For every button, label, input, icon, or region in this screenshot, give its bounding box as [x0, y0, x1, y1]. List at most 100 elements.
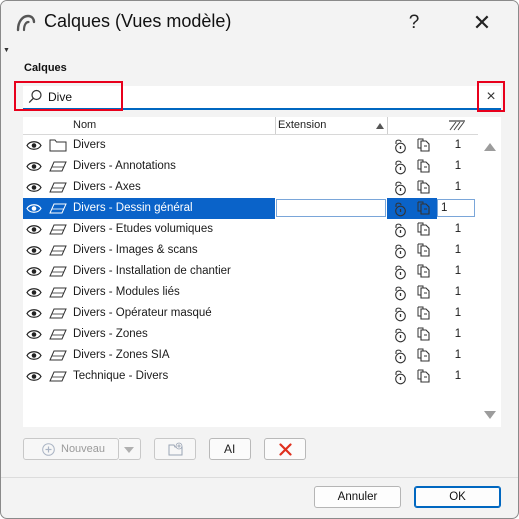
intersection-group-icon[interactable]: [417, 348, 432, 363]
intersection-group-icon[interactable]: [417, 327, 432, 342]
list-header: Nom Extension: [23, 117, 478, 135]
lock-toggle-icon[interactable]: [392, 138, 408, 154]
visibility-eye-icon[interactable]: [26, 182, 42, 193]
visibility-eye-icon[interactable]: [26, 161, 42, 172]
new-layer-label: Nouveau: [61, 443, 106, 455]
column-header-name[interactable]: Nom: [73, 119, 96, 131]
sort-ascending-icon[interactable]: [376, 123, 384, 129]
rename-button[interactable]: AI: [209, 438, 251, 460]
intersection-number: 1: [454, 349, 462, 361]
layer-row[interactable]: Divers - Zones 1: [23, 324, 478, 345]
column-header-extension[interactable]: Extension: [278, 119, 326, 131]
new-folder-button[interactable]: [154, 438, 196, 460]
layer-icon: [49, 161, 67, 172]
lock-toggle-icon[interactable]: [392, 306, 408, 322]
intersection-number: 1: [454, 244, 462, 256]
intersection-group-icon[interactable]: [417, 159, 432, 174]
intersection-group-icon[interactable]: [417, 306, 432, 321]
new-options-dropdown[interactable]: [119, 438, 141, 460]
visibility-eye-icon[interactable]: [26, 245, 42, 256]
intersection-group-icon[interactable]: [417, 264, 432, 279]
visibility-eye-icon[interactable]: [26, 224, 42, 235]
rename-glyph: AI: [224, 442, 236, 456]
lock-toggle-icon[interactable]: [392, 222, 408, 238]
intersection-number: 1: [454, 139, 462, 151]
layer-row[interactable]: Divers - Modules liés 1: [23, 282, 478, 303]
visibility-eye-icon[interactable]: [26, 329, 42, 340]
archicad-icon: [16, 14, 36, 32]
layer-icon: [49, 329, 67, 340]
collapse-arrow-icon[interactable]: ▼: [3, 47, 10, 54]
intersection-number: 1: [454, 370, 462, 382]
visibility-eye-icon[interactable]: [26, 350, 42, 361]
visibility-eye-icon[interactable]: [26, 266, 42, 277]
intersection-group-icon[interactable]: [417, 180, 432, 195]
intersection-number: 1: [454, 160, 462, 172]
layer-name: Divers - Zones: [73, 328, 148, 340]
layer-row[interactable]: Divers - Installation de chantier 1: [23, 261, 478, 282]
lock-toggle-icon[interactable]: [392, 180, 408, 196]
layer-name: Divers - Etudes volumiques: [73, 223, 213, 235]
lock-toggle-icon[interactable]: [392, 264, 408, 280]
layer-name: Divers - Dessin général: [73, 202, 193, 214]
visibility-eye-icon[interactable]: [26, 203, 42, 214]
lock-toggle-icon[interactable]: [392, 243, 408, 259]
intersection-group-icon[interactable]: [417, 285, 432, 300]
scroll-up-icon[interactable]: [484, 143, 496, 151]
lock-toggle-icon[interactable]: [392, 369, 408, 385]
intersection-number: 1: [454, 286, 462, 298]
layer-name: Divers - Modules liés: [73, 286, 180, 298]
lock-toggle-icon[interactable]: [392, 159, 408, 175]
column-separator[interactable]: [275, 117, 276, 134]
help-button[interactable]: ?: [399, 9, 429, 37]
visibility-eye-icon[interactable]: [26, 287, 42, 298]
layer-icon: [49, 203, 67, 214]
visibility-eye-icon[interactable]: [26, 140, 42, 151]
layer-icon: [49, 287, 67, 298]
clear-highlight-box: [477, 81, 505, 112]
lock-toggle-icon[interactable]: [392, 327, 408, 343]
layer-row[interactable]: Divers - Opérateur masqué 1: [23, 303, 478, 324]
layer-row[interactable]: Divers - Dessin général 1: [23, 198, 478, 219]
visibility-eye-icon[interactable]: [26, 371, 42, 382]
intersection-group-icon[interactable]: [417, 201, 432, 216]
chevron-down-icon: [124, 447, 134, 453]
layer-icon: [49, 245, 67, 256]
column-separator[interactable]: [387, 117, 388, 134]
extension-field[interactable]: [276, 199, 386, 217]
ok-button[interactable]: OK: [414, 486, 501, 508]
layer-list: Nom Extension Divers 1 Divers - Annotation…: [23, 117, 478, 427]
intersection-group-icon[interactable]: [417, 222, 432, 237]
new-folder-icon: [168, 442, 183, 456]
window-title: Calques (Vues modèle): [44, 11, 232, 31]
intersection-group-icon[interactable]: [417, 369, 432, 384]
layer-name: Divers - Zones SIA: [73, 349, 170, 361]
layer-row[interactable]: Divers - Annotations 1: [23, 156, 478, 177]
layer-icon: [49, 308, 67, 319]
visibility-eye-icon[interactable]: [26, 308, 42, 319]
new-layer-button[interactable]: Nouveau: [23, 438, 119, 460]
layer-icon: [49, 266, 67, 277]
lock-toggle-icon[interactable]: [392, 201, 408, 217]
intersection-group-icon[interactable]: [417, 138, 432, 153]
layer-row[interactable]: Divers - Zones SIA 1: [23, 345, 478, 366]
layer-row[interactable]: Technique - Divers 1: [23, 366, 478, 387]
layer-row[interactable]: Divers - Axes 1: [23, 177, 478, 198]
layer-name: Divers - Installation de chantier: [73, 265, 231, 277]
close-button[interactable]: ✕: [467, 9, 497, 37]
folder-icon: [49, 139, 67, 152]
cancel-button[interactable]: Annuler: [314, 486, 401, 508]
delete-button[interactable]: [264, 438, 306, 460]
lock-toggle-icon[interactable]: [392, 348, 408, 364]
layer-row[interactable]: Divers - Etudes volumiques 1: [23, 219, 478, 240]
layer-row[interactable]: Divers 1: [23, 135, 478, 156]
pen-set-icon[interactable]: [448, 118, 466, 131]
scroll-down-icon[interactable]: [484, 411, 496, 419]
lock-toggle-icon[interactable]: [392, 285, 408, 301]
layer-icon: [49, 371, 67, 382]
layer-row[interactable]: Divers - Images & scans 1: [23, 240, 478, 261]
intersection-group-icon[interactable]: [417, 243, 432, 258]
vertical-scrollbar[interactable]: [478, 117, 501, 427]
section-label: Calques: [24, 62, 67, 74]
dialog-window: Calques (Vues modèle) ? ✕ ▼ Calques Dive…: [0, 0, 519, 519]
